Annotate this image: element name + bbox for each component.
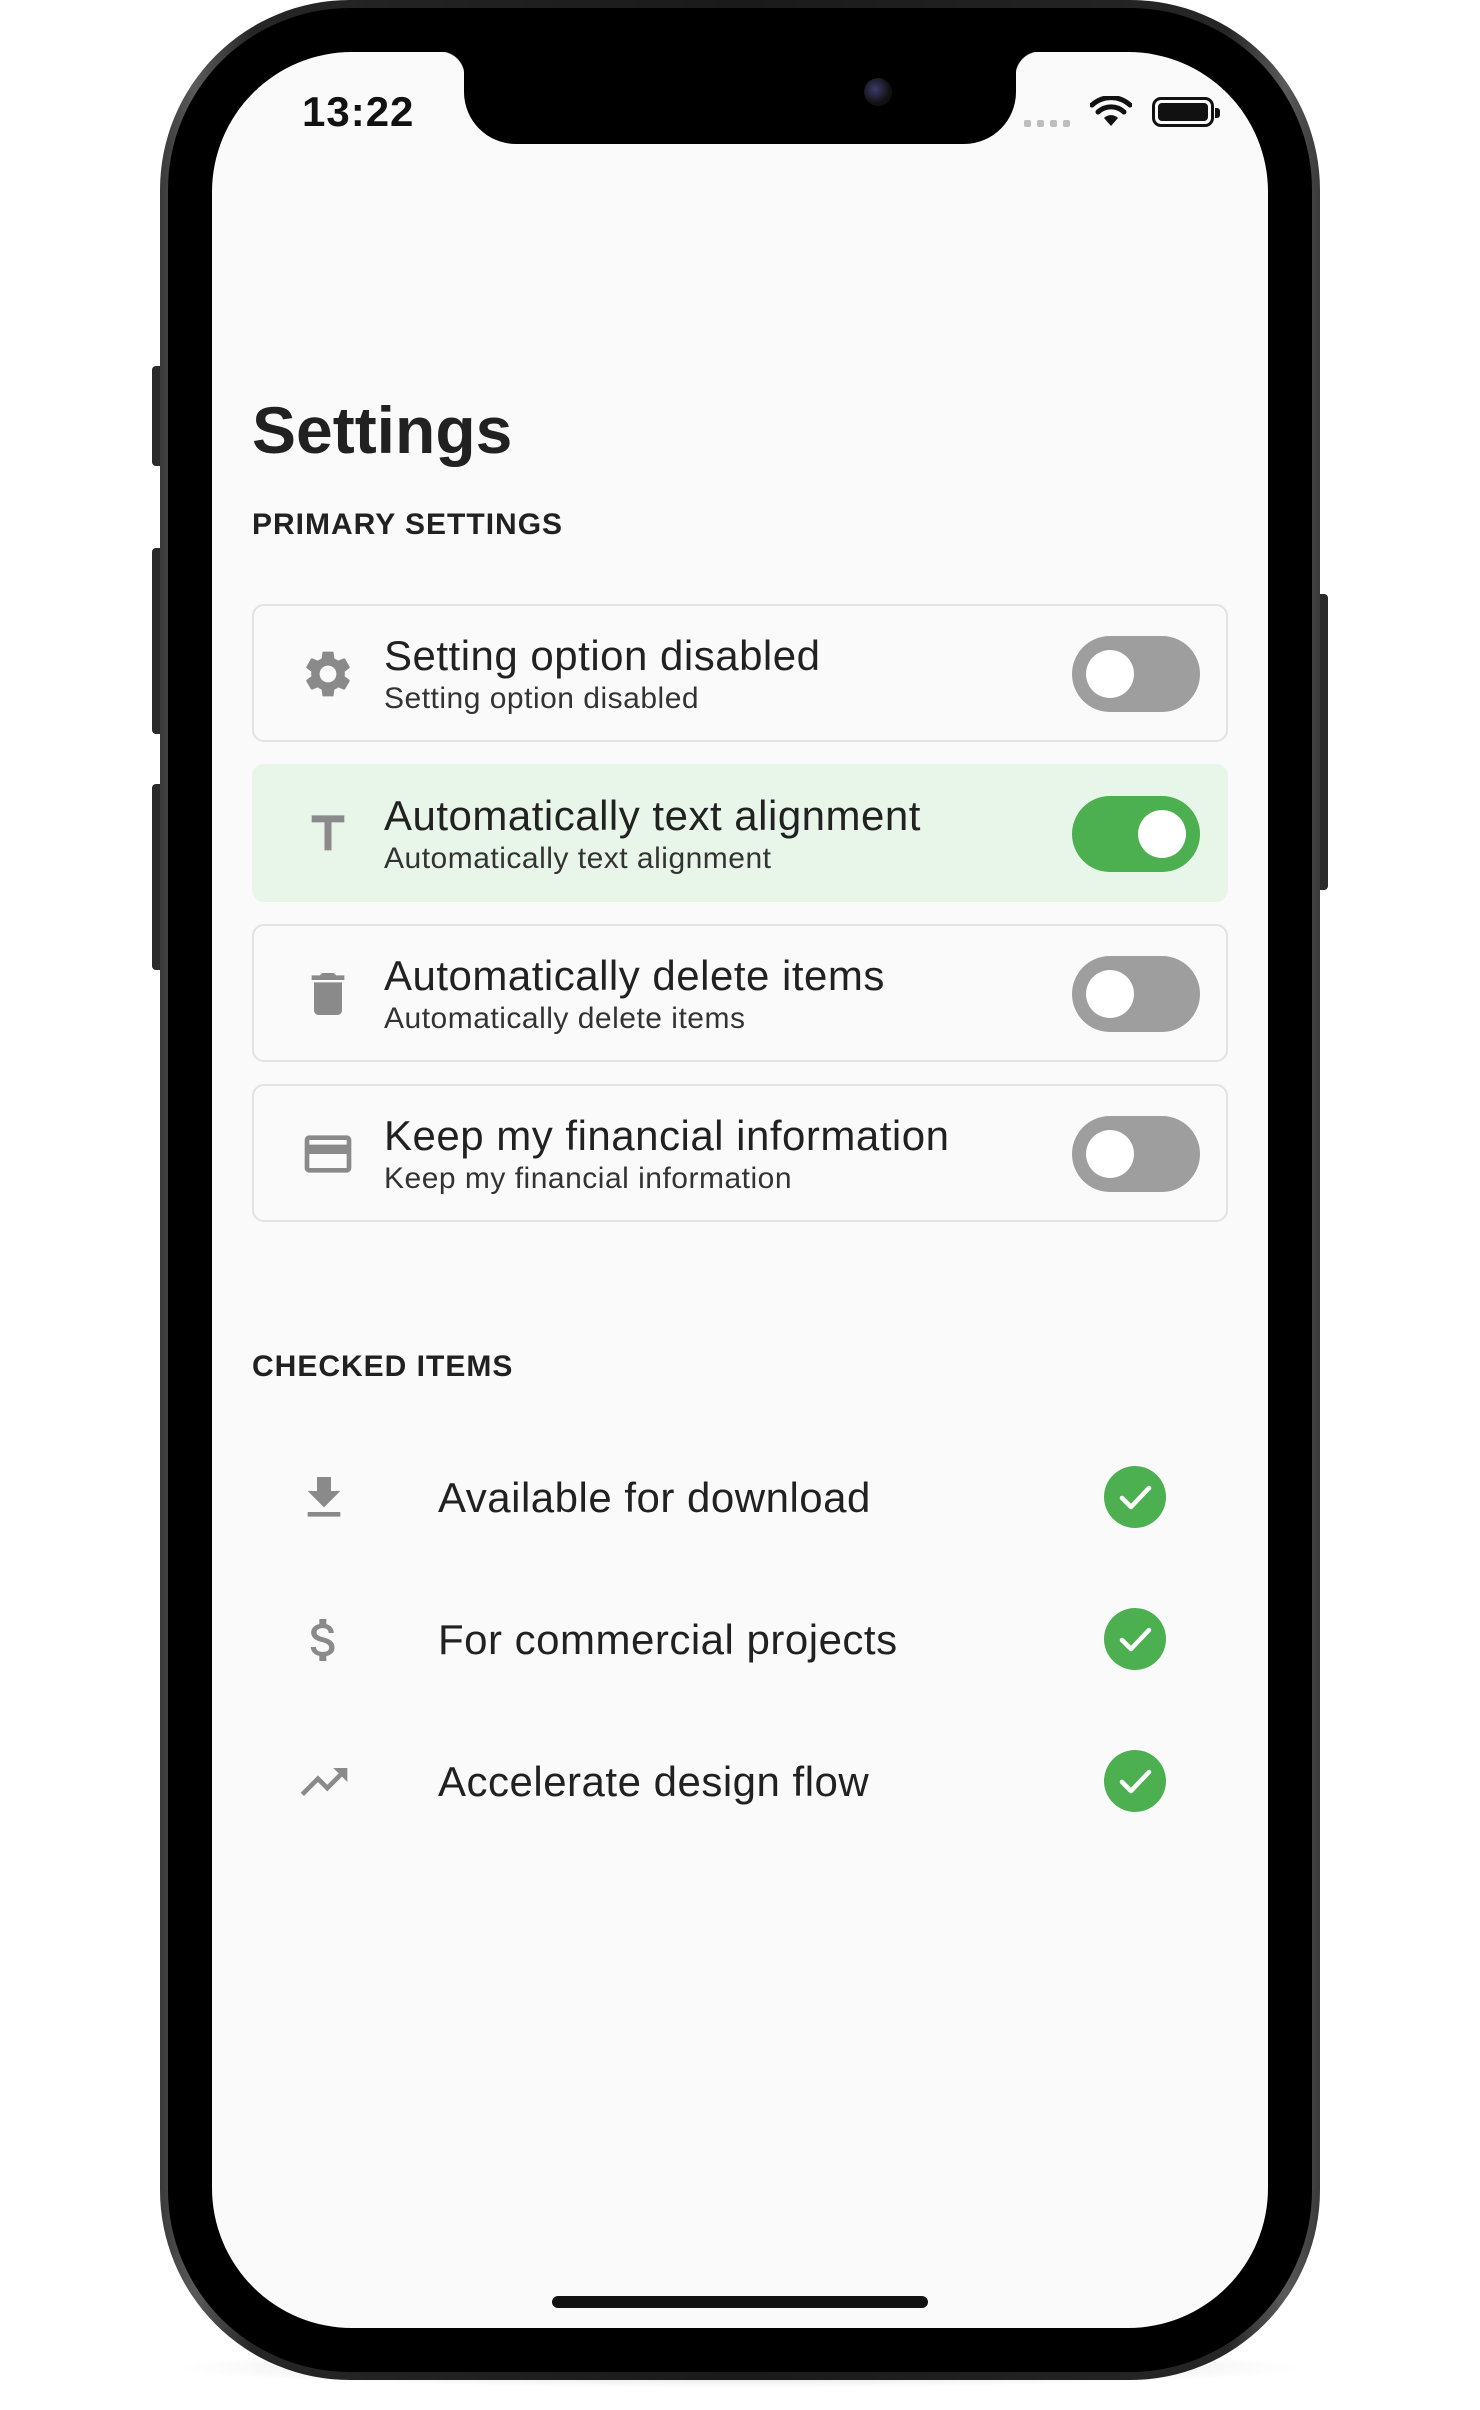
setting-subtitle: Keep my financial information xyxy=(384,1162,793,1195)
page-title: Settings xyxy=(252,393,513,467)
setting-title: Automatically delete items xyxy=(384,952,885,999)
setting-row-delete-items[interactable]: Automatically delete items Automatically… xyxy=(252,924,1228,1062)
toggle-switch-option-disabled[interactable] xyxy=(1072,636,1200,712)
check-circle-icon xyxy=(1104,1750,1166,1812)
toggle-switch-text-alignment[interactable] xyxy=(1072,796,1200,872)
toggle-knob xyxy=(1086,1130,1134,1178)
checked-item-design-flow[interactable]: Accelerate design flow xyxy=(252,1732,1228,1832)
toggle-knob xyxy=(1086,650,1134,698)
setting-title: Setting option disabled xyxy=(384,632,821,679)
setting-title: Automatically text alignment xyxy=(384,792,921,839)
front-camera xyxy=(864,78,892,106)
trending-up-icon xyxy=(300,1768,348,1796)
checked-item-label: Accelerate design flow xyxy=(438,1758,870,1805)
checked-item-label: For commercial projects xyxy=(438,1616,898,1663)
screen: 13:22 Settings PRIMARY SETTINGS Setting … xyxy=(212,52,1268,2328)
check-circle-icon xyxy=(1104,1466,1166,1528)
toggle-knob xyxy=(1138,810,1186,858)
gear-icon xyxy=(306,651,350,697)
status-time: 13:22 xyxy=(302,88,415,135)
setting-subtitle: Automatically text alignment xyxy=(384,842,772,875)
setting-row-text-alignment[interactable]: Automatically text alignment Automatical… xyxy=(252,764,1228,902)
battery-icon xyxy=(1152,97,1220,127)
text-icon xyxy=(311,815,345,851)
toggle-knob xyxy=(1086,970,1134,1018)
download-icon xyxy=(307,1477,341,1517)
checked-item-download[interactable]: Available for download xyxy=(252,1448,1228,1548)
checked-item-label: Available for download xyxy=(438,1474,871,1521)
dollar-icon xyxy=(310,1619,335,1661)
notch xyxy=(440,52,1040,144)
setting-subtitle: Setting option disabled xyxy=(384,682,700,715)
signal-icon xyxy=(1024,97,1070,127)
section-label-primary-settings: PRIMARY SETTINGS xyxy=(252,508,564,541)
toggle-switch-financial-information[interactable] xyxy=(1072,1116,1200,1192)
setting-row-option-disabled[interactable]: Setting option disabled Setting option d… xyxy=(252,604,1228,742)
section-label-checked-items: CHECKED ITEMS xyxy=(252,1350,514,1383)
setting-subtitle: Automatically delete items xyxy=(384,1002,746,1035)
checked-item-commercial[interactable]: For commercial projects xyxy=(252,1590,1228,1690)
wifi-icon xyxy=(1090,96,1132,126)
setting-title: Keep my financial information xyxy=(384,1112,950,1159)
setting-row-financial-information[interactable]: Keep my financial information Keep my fi… xyxy=(252,1084,1228,1222)
credit-card-icon xyxy=(304,1135,352,1173)
trash-icon xyxy=(311,973,345,1015)
check-circle-icon xyxy=(1104,1608,1166,1670)
home-indicator[interactable] xyxy=(552,2296,928,2308)
status-icons xyxy=(1024,96,1220,128)
toggle-switch-delete-items[interactable] xyxy=(1072,956,1200,1032)
